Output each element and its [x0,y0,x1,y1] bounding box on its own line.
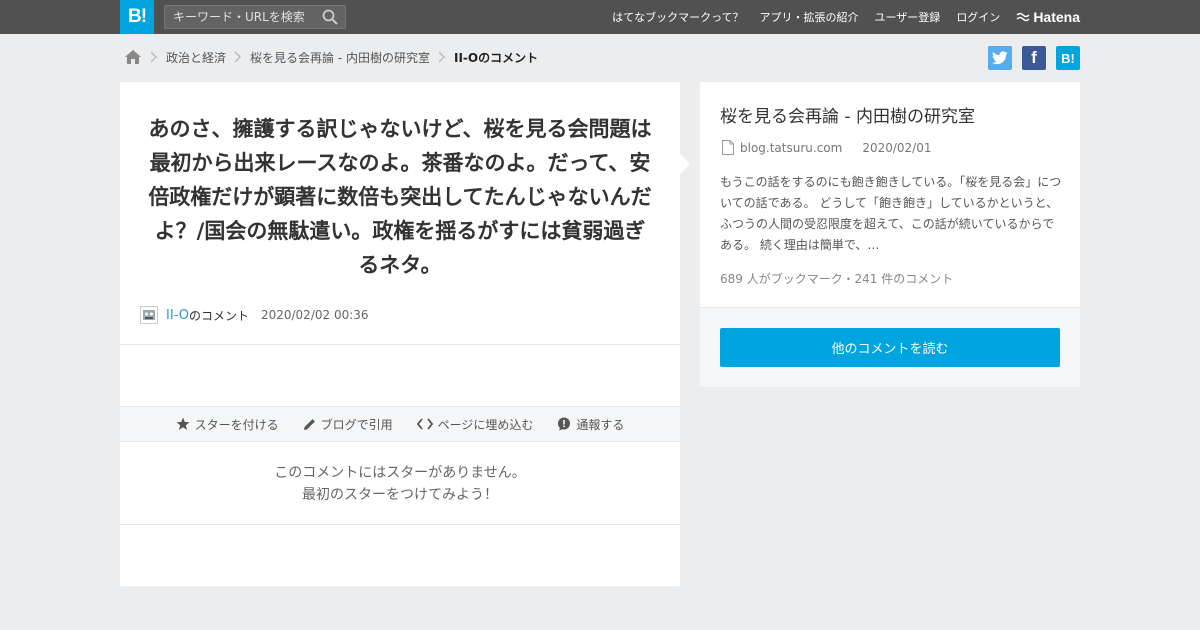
nav-about[interactable]: はてなブックマークって？ [612,9,743,25]
hatena-brand-link[interactable]: Hatena [1016,9,1080,25]
panel-pointer [680,154,690,174]
hatebu-share-button[interactable]: B! [1056,46,1080,70]
twitter-icon [992,51,1008,65]
breadcrumb: 政治と経済 桜を見る会再論 - 内田樹の研究室 II-Oのコメント [124,46,538,68]
comment-date[interactable]: 2020/02/02 00:36 [261,308,369,322]
breadcrumb-category[interactable]: 政治と経済 [166,49,226,66]
entry-description: もうこの話をするのにも飽き飽きしている。「桜を見る会」についての話である。 どう… [720,175,1062,252]
entry-card: 桜を見る会再論 - 内田樹の研究室 blog.tatsuru.com 2020/… [700,82,1080,387]
search-icon[interactable] [322,9,338,25]
chevron-right-icon [438,51,446,63]
search-box[interactable] [164,5,346,29]
report-icon [558,417,571,431]
hatena-brand-text: Hatena [1033,9,1080,25]
star-icon [176,417,190,430]
comment-panel: あのさ、擁護する訳じゃないけど、桜を見る会問題は最初から出来レースなのよ。茶番な… [120,82,680,586]
entry-card-footer: 他のコメントを読む [700,307,1080,387]
document-icon [722,140,734,155]
code-icon [416,418,433,430]
nav-register[interactable]: ユーザー登録 [875,9,941,25]
share-buttons: f B! [978,46,1080,70]
chevron-right-icon [150,51,158,63]
no-star-line-2: 最初のスターをつけてみよう！ [302,487,498,503]
chevron-right-icon [234,51,242,63]
facebook-share-button[interactable]: f [1022,46,1046,70]
hatena-wave-icon [1016,12,1030,22]
twitter-share-button[interactable] [988,46,1012,70]
nav-apps[interactable]: アプリ・拡張の紹介 [760,9,859,25]
report-button[interactable]: 通報する [557,416,624,433]
entry-title[interactable]: 桜を見る会再論 - 内田樹の研究室 [720,102,975,127]
comment-text: あのさ、擁護する訳じゃないけど、桜を見る会問題は最初から出来レースなのよ。茶番な… [148,117,652,277]
blog-quote-button[interactable]: ブログで引用 [303,416,393,433]
comment-actions-bar: スターを付ける ブログで引用 ページに埋め込む 通報する [120,406,680,442]
breadcrumb-current: II-Oのコメント [453,50,539,65]
divider [120,524,680,525]
entry-info: blog.tatsuru.com 2020/02/01 [722,140,932,155]
no-star-message: このコメントにはスターがありません。 最初のスターをつけてみよう！ [120,462,680,506]
comment-user-link[interactable]: II-O [166,308,189,323]
add-star-button[interactable]: スターを付ける [176,416,279,433]
breadcrumb-entry[interactable]: 桜を見る会再論 - 内田樹の研究室 [250,49,430,66]
entry-date: 2020/02/01 [862,140,932,155]
embed-label: ページに埋め込む [437,417,534,432]
search-input[interactable] [165,6,315,28]
read-other-comments-button[interactable]: 他のコメントを読む [720,328,1060,367]
hatena-bookmark-logo[interactable]: B! [120,0,154,34]
avatar[interactable] [140,306,158,324]
entry-stats[interactable]: 689 人がブックマーク・241 件のコメント [720,270,953,287]
blog-quote-label: ブログで引用 [320,417,393,432]
divider [120,344,680,345]
home-icon[interactable] [124,49,142,65]
no-star-line-1: このコメントにはスターがありません。 [274,465,526,481]
embed-button[interactable]: ページに埋め込む [416,416,534,433]
comment-user-suffix: のコメント [188,308,249,323]
pencil-icon [303,418,315,430]
entry-domain[interactable]: blog.tatsuru.com [740,141,842,155]
nav-login[interactable]: ログイン [956,9,1000,25]
top-bar: B! はてなブックマークって？ アプリ・拡張の紹介 ユーザー登録 ログイン Ha… [0,0,1200,34]
top-nav: はてなブックマークって？ アプリ・拡張の紹介 ユーザー登録 ログイン Haten… [596,0,1080,34]
add-star-label: スターを付ける [194,417,279,432]
report-label: 通報する [576,417,625,432]
comment-meta: II-O のコメント 2020/02/02 00:36 [140,306,369,324]
